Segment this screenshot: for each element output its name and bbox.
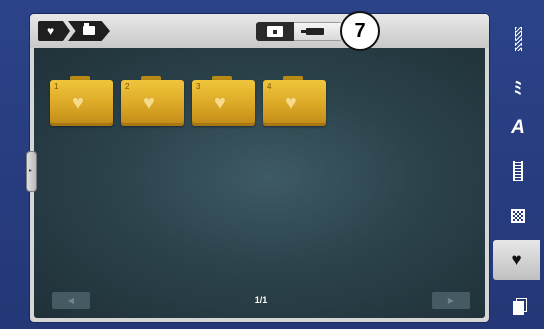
folder-item[interactable]: 2 ♥ [121, 76, 184, 126]
heart-icon: ♥ [285, 92, 297, 114]
machine-memory-icon [267, 26, 283, 37]
page-indicator: 1/1 [254, 295, 268, 305]
sidebar-item-personal-program[interactable]: ♥ [493, 240, 540, 280]
buttonhole-icon [513, 161, 523, 181]
breadcrumb-folder[interactable] [68, 21, 110, 41]
quilt-stitch-icon [511, 209, 525, 223]
usb-stick-button[interactable] [294, 22, 342, 41]
decorative-stitch-icon: ﾐ [513, 78, 523, 98]
heart-icon: ♥ [72, 92, 84, 114]
chevron-right-icon: ▸ [29, 168, 33, 174]
alphabet-icon: A [511, 117, 525, 138]
right-sidebar: ﾐ A ♥ [493, 14, 540, 328]
usb-stick-icon [301, 28, 324, 35]
heart-icon: ♥ [143, 92, 155, 114]
source-toggle[interactable] [256, 22, 342, 41]
memory-icon [512, 298, 527, 315]
arrow-left-icon: ◀ [67, 296, 75, 305]
sidebar-item-practical-stitches[interactable] [496, 20, 540, 58]
callout-badge: 7 [340, 11, 380, 51]
page-next-button[interactable]: ▶ [432, 292, 470, 309]
sidebar-item-buttonholes[interactable] [496, 152, 540, 190]
folder-item[interactable]: 1 ♥ [50, 76, 113, 126]
sidebar-item-memory[interactable] [496, 289, 540, 327]
arrow-right-icon: ▶ [447, 296, 455, 305]
heart-icon: ♥ [511, 250, 522, 269]
heart-icon: ♥ [214, 92, 226, 114]
folder-item[interactable]: 3 ♥ [192, 76, 255, 126]
folder-number: 1 [54, 82, 59, 91]
main-panel: ♥ 1 ♥ 2 ♥ 3 ♥ 4 ♥ ◀ 1/1 ▶ [30, 14, 489, 322]
top-bar: ♥ [30, 14, 489, 48]
sidebar-item-decorative-stitches[interactable]: ﾐ [496, 67, 540, 105]
sidebar-item-alphabets[interactable]: A [496, 109, 540, 147]
folder-number: 2 [125, 82, 130, 91]
sidebar-item-quilt-stitches[interactable] [496, 197, 540, 235]
folder-icon [83, 23, 95, 35]
folder-item[interactable]: 4 ♥ [263, 76, 326, 126]
machine-memory-button[interactable] [256, 22, 294, 41]
heart-icon: ♥ [47, 24, 55, 38]
practical-stitch-icon [514, 27, 522, 51]
screen: ♥ 1 ♥ 2 ♥ 3 ♥ 4 ♥ ◀ 1/1 ▶ 7 ▸ ﾐ A ♥ [0, 0, 544, 329]
page-prev-button[interactable]: ◀ [52, 292, 90, 309]
breadcrumb-heart[interactable]: ♥ [38, 21, 70, 41]
side-panel-handle[interactable]: ▸ [27, 152, 36, 191]
folder-number: 4 [267, 82, 272, 91]
folder-number: 3 [196, 82, 201, 91]
folder-grid-area: 1 ♥ 2 ♥ 3 ♥ 4 ♥ ◀ 1/1 ▶ [34, 48, 485, 318]
